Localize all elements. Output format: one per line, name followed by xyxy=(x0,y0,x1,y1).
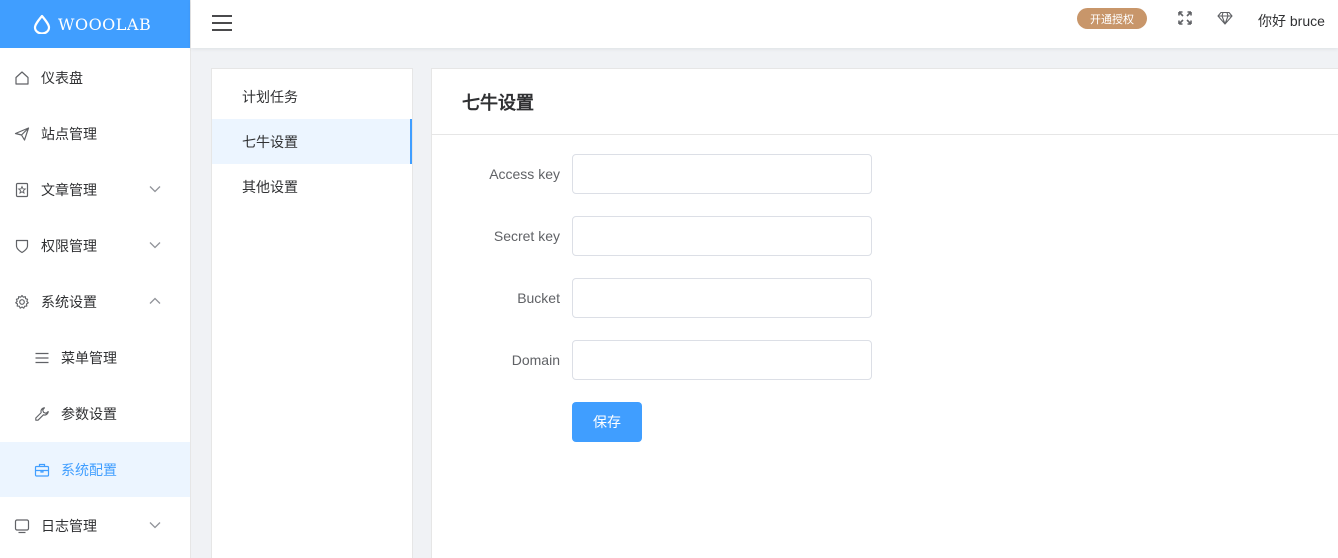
sidebar-item-logs[interactable]: 日志管理 xyxy=(0,498,190,554)
activate-license-badge[interactable]: 开通授权 xyxy=(1077,8,1147,29)
subnav-item-qiniu-settings[interactable]: 七牛设置 xyxy=(212,119,412,164)
top-header: 开通授权 你好 bruce xyxy=(191,0,1338,48)
subnav-item-other-settings[interactable]: 其他设置 xyxy=(212,164,412,209)
secret-key-label: Secret key xyxy=(493,228,560,244)
home-icon xyxy=(14,70,30,86)
sidebar-item-label: 菜单管理 xyxy=(61,350,117,366)
diamond-icon[interactable] xyxy=(1217,10,1233,26)
logo[interactable]: WOOOLAB xyxy=(0,0,190,48)
sidebar-item-articles[interactable]: 文章管理 xyxy=(0,162,190,218)
sidebar-item-permissions[interactable]: 权限管理 xyxy=(0,218,190,274)
sidebar-item-label: 日志管理 xyxy=(41,518,97,534)
bucket-input[interactable] xyxy=(572,278,872,318)
monitor-icon xyxy=(14,518,30,534)
qiniu-settings-card: 七牛设置 Access key Secret key Bucket Domain… xyxy=(431,68,1338,558)
list-icon xyxy=(34,350,50,366)
access-key-label: Access key xyxy=(489,166,560,182)
page-title: 七牛设置 xyxy=(432,69,1338,135)
bucket-label: Bucket xyxy=(517,290,560,306)
sidebar-item-site[interactable]: 站点管理 xyxy=(0,106,190,162)
save-button[interactable]: 保存 xyxy=(572,402,642,442)
sidebar-item-label: 权限管理 xyxy=(41,238,97,254)
logo-icon xyxy=(33,14,51,34)
shield-icon xyxy=(14,238,30,254)
chevron-down-icon xyxy=(149,186,161,193)
sidebar-item-parameters[interactable]: 参数设置 xyxy=(0,386,190,442)
fullscreen-icon[interactable] xyxy=(1177,10,1193,26)
sidebar-item-menu-management[interactable]: 菜单管理 xyxy=(0,330,190,386)
sidebar: WOOOLAB 仪表盘 站点管理 文章管理 权限管理 系统设置 菜单管理 参数设… xyxy=(0,0,191,558)
sidebar-item-system-settings[interactable]: 系统设置 xyxy=(0,274,190,330)
user-greeting[interactable]: 你好 bruce xyxy=(1258,11,1325,31)
settings-subnav: 计划任务 七牛设置 其他设置 xyxy=(211,68,413,558)
secret-key-input[interactable] xyxy=(572,216,872,256)
sidebar-item-label: 站点管理 xyxy=(41,126,97,142)
sidebar-item-system-config[interactable]: 系统配置 xyxy=(0,442,190,497)
chevron-down-icon xyxy=(149,242,161,249)
hamburger-menu-icon[interactable] xyxy=(211,12,233,34)
form-row-bucket: Bucket xyxy=(432,278,872,318)
form-row-secret-key: Secret key xyxy=(432,216,872,256)
sidebar-item-label: 参数设置 xyxy=(61,406,117,422)
form-row-domain: Domain xyxy=(432,340,872,380)
chevron-down-icon xyxy=(149,522,161,529)
chevron-up-icon xyxy=(149,297,161,304)
document-icon xyxy=(14,182,30,198)
send-icon xyxy=(14,126,30,142)
access-key-input[interactable] xyxy=(572,154,872,194)
wrench-icon xyxy=(34,406,50,422)
form-row-access-key: Access key xyxy=(432,154,872,194)
subnav-item-scheduled-tasks[interactable]: 计划任务 xyxy=(212,74,412,119)
sidebar-item-label: 系统配置 xyxy=(61,461,117,478)
sidebar-item-label: 文章管理 xyxy=(41,182,97,198)
domain-input[interactable] xyxy=(572,340,872,380)
briefcase-icon xyxy=(34,462,50,478)
gear-icon xyxy=(14,294,30,310)
brand-name: WOOOLAB xyxy=(58,14,152,34)
sidebar-item-label: 系统设置 xyxy=(41,294,97,310)
sidebar-item-dashboard[interactable]: 仪表盘 xyxy=(0,50,190,106)
domain-label: Domain xyxy=(511,352,560,368)
sidebar-item-label: 仪表盘 xyxy=(41,70,83,86)
